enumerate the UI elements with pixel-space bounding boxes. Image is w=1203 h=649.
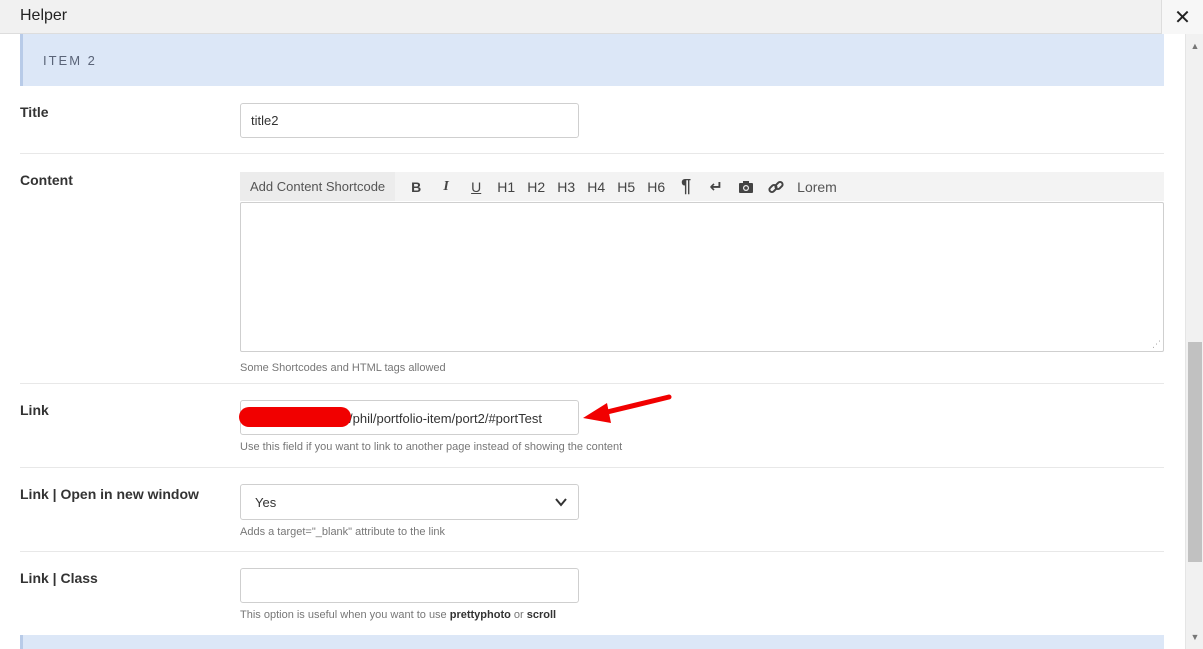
- link-class-label: Link | Class: [20, 570, 98, 586]
- add-content-shortcode-button[interactable]: Add Content Shortcode: [240, 172, 396, 201]
- section-title: ITEM 2: [43, 53, 97, 68]
- link-class-input[interactable]: [240, 568, 579, 603]
- section-header: ITEM 2: [20, 34, 1164, 86]
- bold-button[interactable]: B: [401, 172, 431, 201]
- content-toolbar: Add Content Shortcode B I U H1 H2 H3 H4 …: [240, 172, 1164, 201]
- scroll-down-arrow-icon[interactable]: ▼: [1186, 627, 1203, 647]
- chevron-down-icon: [555, 498, 567, 507]
- link-label: Link: [20, 402, 49, 418]
- link-new-window-label: Link | Open in new window: [20, 486, 199, 502]
- close-button[interactable]: ✕: [1161, 0, 1203, 34]
- content-label: Content: [20, 172, 73, 188]
- link-row: Link /phil/portfolio-item/port2/#portTes…: [20, 384, 1164, 468]
- h3-button[interactable]: H3: [551, 172, 581, 201]
- h2-button[interactable]: H2: [521, 172, 551, 201]
- scroll-up-arrow-icon[interactable]: ▲: [1186, 36, 1203, 56]
- link-new-window-select[interactable]: Yes: [240, 484, 579, 520]
- link-input[interactable]: /phil/portfolio-item/port2/#portTest: [239, 394, 672, 435]
- vertical-scrollbar[interactable]: ▲ ▼: [1185, 34, 1203, 649]
- link-icon[interactable]: [761, 172, 791, 201]
- content-textarea[interactable]: ⋰: [240, 202, 1164, 352]
- underline-button[interactable]: U: [461, 172, 491, 201]
- close-icon: ✕: [1174, 6, 1191, 29]
- next-section-header: [20, 635, 1164, 649]
- redaction-mark: [239, 407, 351, 427]
- paragraph-icon[interactable]: ¶: [671, 172, 701, 201]
- link-class-row: Link | Class This option is useful when …: [20, 552, 1164, 635]
- scrollbar-thumb[interactable]: [1188, 342, 1202, 562]
- title-input[interactable]: [240, 103, 579, 138]
- form-content: ITEM 2 Title Content Add Content Shortco…: [0, 34, 1185, 649]
- title-label: Title: [20, 104, 49, 120]
- content-description: Some Shortcodes and HTML tags allowed: [240, 362, 446, 374]
- h5-button[interactable]: H5: [611, 172, 641, 201]
- camera-icon[interactable]: [731, 172, 761, 201]
- italic-button[interactable]: I: [431, 172, 461, 201]
- annotation-arrow-icon: [583, 394, 672, 423]
- link-class-description: This option is useful when you want to u…: [240, 609, 557, 621]
- h4-button[interactable]: H4: [581, 172, 611, 201]
- content-row: Content Add Content Shortcode B I U H1 H…: [20, 154, 1164, 384]
- link-new-window-row: Link | Open in new window Yes Adds a tar…: [20, 468, 1164, 552]
- title-row: Title: [20, 86, 1164, 154]
- resize-grip-icon[interactable]: ⋰: [1151, 339, 1161, 349]
- link-input-value: /phil/portfolio-item/port2/#portTest: [349, 411, 542, 426]
- select-value: Yes: [255, 494, 277, 510]
- link-description: Use this field if you want to link to an…: [240, 441, 623, 453]
- h1-button[interactable]: H1: [491, 172, 521, 201]
- h6-button[interactable]: H6: [641, 172, 671, 201]
- line-break-icon[interactable]: ↵: [701, 172, 731, 201]
- window-title: Helper: [20, 7, 68, 24]
- window-header: Helper ✕: [0, 0, 1203, 34]
- link-new-window-description: Adds a target="_blank" attribute to the …: [240, 526, 446, 538]
- lorem-button[interactable]: Lorem: [797, 172, 837, 201]
